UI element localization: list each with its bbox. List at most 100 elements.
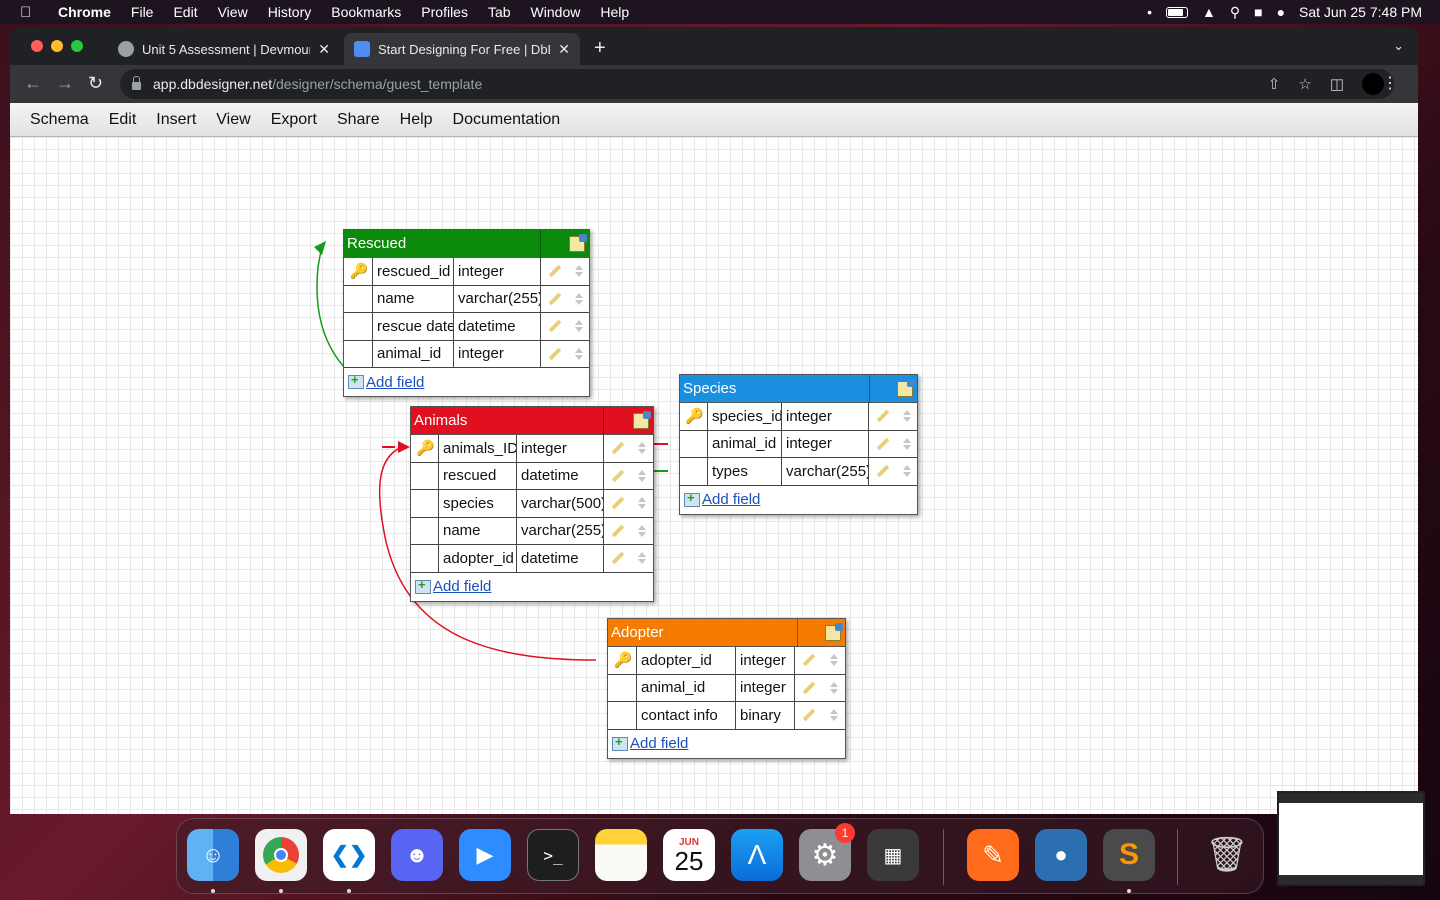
chrome-icon[interactable] bbox=[255, 829, 307, 881]
reorder-arrows-icon[interactable] bbox=[574, 347, 583, 360]
reorder-arrows-icon[interactable] bbox=[902, 410, 911, 423]
field-type[interactable]: varchar(255) bbox=[517, 517, 604, 544]
system-preferences-icon[interactable]: ⚙ 1 bbox=[799, 823, 855, 881]
app-menu-schema[interactable]: Schema bbox=[30, 111, 89, 129]
table-header[interactable]: Rescued bbox=[344, 230, 589, 258]
table-rescued[interactable]: Rescued 🔑 rescued_id integer name varcha… bbox=[343, 229, 590, 397]
app-menu-help[interactable]: Help bbox=[400, 111, 433, 129]
field-type[interactable]: varchar(255) bbox=[782, 458, 869, 485]
schema-canvas[interactable]: Rescued 🔑 rescued_id integer name varcha… bbox=[10, 137, 1418, 814]
field-row[interactable]: name varchar(255) bbox=[411, 517, 653, 545]
menu-help[interactable]: Help bbox=[600, 4, 629, 20]
table-note-icon[interactable] bbox=[897, 379, 915, 397]
menu-file[interactable]: File bbox=[131, 4, 154, 20]
postgres-elephant-icon[interactable]: ● bbox=[1035, 829, 1087, 881]
field-type[interactable]: varchar(255) bbox=[454, 285, 541, 312]
tab-search-chevron-icon[interactable]: ⌄ bbox=[1393, 38, 1404, 54]
vscode-icon[interactable]: ❮❯ bbox=[323, 829, 375, 881]
postman-icon[interactable]: ✎ bbox=[967, 829, 1019, 881]
table-header[interactable]: Adopter bbox=[608, 619, 845, 647]
field-name[interactable]: rescued_id bbox=[373, 258, 454, 285]
app-menu-share[interactable]: Share bbox=[337, 111, 380, 129]
tab-dbdesigner[interactable]: Start Designing For Free | DbDe ✕ bbox=[344, 33, 580, 65]
lock-icon[interactable] bbox=[132, 76, 141, 90]
reorder-arrows-icon[interactable] bbox=[574, 292, 583, 305]
field-row[interactable]: animal_id integer bbox=[680, 430, 917, 458]
edit-pencil-icon[interactable] bbox=[876, 464, 889, 478]
field-row[interactable]: 🔑 species_id integer bbox=[680, 403, 917, 431]
field-row[interactable]: adopter_id datetime bbox=[411, 545, 653, 573]
field-name[interactable]: adopter_id bbox=[637, 647, 736, 674]
wifi-icon[interactable]: ▲ bbox=[1202, 4, 1216, 20]
profile-avatar[interactable] bbox=[1362, 73, 1384, 95]
reorder-arrows-icon[interactable] bbox=[638, 469, 647, 482]
field-row[interactable]: species varchar(500) bbox=[411, 490, 653, 518]
notes-icon[interactable] bbox=[595, 829, 647, 881]
edit-pencil-icon[interactable] bbox=[611, 469, 625, 483]
menu-clock[interactable]: Sat Jun 25 7:48 PM bbox=[1299, 4, 1422, 20]
menu-history[interactable]: History bbox=[268, 4, 312, 20]
menu-tab[interactable]: Tab bbox=[488, 4, 511, 20]
control-center-icon[interactable]: ■ bbox=[1254, 4, 1262, 20]
terminal-icon[interactable]: >_ bbox=[527, 829, 579, 881]
field-type[interactable]: datetime bbox=[517, 462, 604, 489]
field-type[interactable]: integer bbox=[782, 403, 869, 430]
field-type[interactable]: integer bbox=[782, 430, 869, 457]
field-name[interactable]: types bbox=[708, 458, 782, 485]
tab-close-icon[interactable]: ✕ bbox=[318, 41, 330, 58]
reorder-arrows-icon[interactable] bbox=[638, 552, 647, 565]
field-row[interactable]: rescue date datetime bbox=[344, 313, 589, 341]
reorder-arrows-icon[interactable] bbox=[830, 681, 838, 694]
table-species[interactable]: Species 🔑 species_id integer animal_id i… bbox=[679, 374, 918, 515]
field-row[interactable]: 🔑 adopter_id integer bbox=[608, 647, 845, 675]
zoom-icon[interactable]: ▶ bbox=[459, 829, 511, 881]
apple-menu-icon[interactable]:  bbox=[20, 4, 42, 21]
reorder-arrows-icon[interactable] bbox=[830, 654, 838, 667]
edit-pencil-icon[interactable] bbox=[611, 441, 625, 455]
field-row[interactable]: name varchar(255) bbox=[344, 285, 589, 313]
reorder-arrows-icon[interactable] bbox=[902, 437, 911, 450]
new-tab-icon[interactable]: + bbox=[594, 37, 606, 60]
field-row[interactable]: animal_id integer bbox=[608, 674, 845, 702]
table-note-icon[interactable] bbox=[633, 411, 651, 429]
field-type[interactable]: datetime bbox=[454, 313, 541, 340]
side-panel-icon[interactable]: ◫ bbox=[1330, 75, 1344, 93]
field-type[interactable]: integer bbox=[454, 258, 541, 285]
app-store-icon[interactable]: Λ bbox=[731, 829, 783, 881]
edit-pencil-icon[interactable] bbox=[611, 551, 625, 565]
table-note-icon[interactable] bbox=[825, 623, 843, 641]
add-field-link[interactable]: Add field bbox=[630, 735, 688, 752]
field-name[interactable]: rescue date bbox=[373, 313, 454, 340]
reorder-arrows-icon[interactable] bbox=[638, 497, 647, 510]
field-row[interactable]: contact info binary bbox=[608, 702, 845, 730]
table-adopter[interactable]: Adopter 🔑 adopter_id integer animal_id i… bbox=[607, 618, 846, 759]
table-animals[interactable]: Animals 🔑 animals_ID integer rescued dat… bbox=[410, 406, 654, 602]
field-name[interactable]: species_id bbox=[708, 403, 782, 430]
field-name[interactable]: contact info bbox=[637, 702, 736, 729]
reorder-arrows-icon[interactable] bbox=[902, 465, 911, 478]
spotlight-search-icon[interactable]: ⚲ bbox=[1230, 4, 1240, 21]
edit-pencil-icon[interactable] bbox=[548, 347, 561, 361]
calendar-icon[interactable]: JUN 25 bbox=[663, 829, 715, 881]
field-row[interactable]: animal_id integer bbox=[344, 340, 589, 368]
edit-pencil-icon[interactable] bbox=[802, 708, 816, 722]
field-type[interactable]: varchar(500) bbox=[517, 490, 604, 517]
table-header[interactable]: Species bbox=[680, 375, 917, 403]
edit-pencil-icon[interactable] bbox=[611, 496, 625, 510]
minimize-window-button[interactable] bbox=[51, 40, 63, 52]
field-type[interactable]: integer bbox=[517, 435, 604, 462]
edit-pencil-icon[interactable] bbox=[548, 264, 561, 278]
add-field-icon[interactable] bbox=[612, 734, 628, 751]
menu-view[interactable]: View bbox=[218, 4, 248, 20]
field-name[interactable]: animals_ID bbox=[439, 435, 517, 462]
field-name[interactable]: name bbox=[373, 285, 454, 312]
trash-icon[interactable]: 🗑 bbox=[1201, 829, 1253, 881]
add-field-link[interactable]: Add field bbox=[702, 491, 760, 508]
bookmark-star-icon[interactable]: ☆ bbox=[1298, 75, 1311, 93]
field-name[interactable]: animal_id bbox=[373, 340, 454, 367]
field-row[interactable]: types varchar(255) bbox=[680, 458, 917, 486]
table-header[interactable]: Animals bbox=[411, 407, 653, 435]
app-menu-insert[interactable]: Insert bbox=[156, 111, 196, 129]
field-row[interactable]: rescued datetime bbox=[411, 462, 653, 490]
field-name[interactable]: species bbox=[439, 490, 517, 517]
